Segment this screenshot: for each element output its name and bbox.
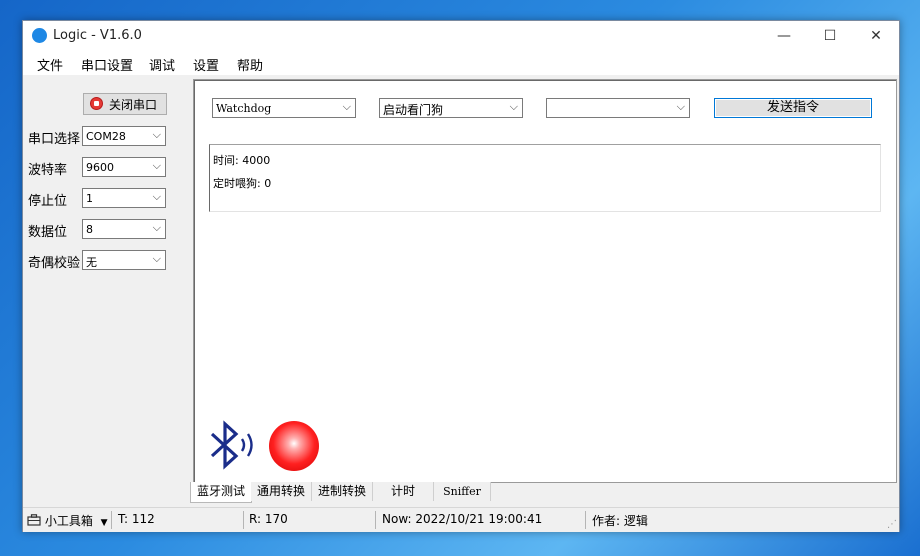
command-group-select[interactable]: Watchdog ⌵: [212, 98, 356, 118]
toolbox-icon: [27, 514, 41, 526]
status-divider: [111, 511, 112, 529]
send-command-button[interactable]: 发送指令: [714, 98, 872, 118]
toolbox-dropdown[interactable]: 小工具箱 ▼: [27, 512, 108, 529]
menu-file[interactable]: 文件: [37, 55, 63, 74]
close-button[interactable]: ✕: [853, 21, 899, 51]
connection-indicator: [269, 421, 319, 471]
chevron-down-icon: ⌵: [509, 100, 518, 113]
serial-config-panel: 关闭串口 串口选择 COM28 ⌵ 波特率 9600 ⌵ 停止位 1 ⌵ 数据位 8 ⌵…: [23, 77, 191, 507]
command-select[interactable]: 启动看门狗 ⌵: [379, 98, 523, 118]
status-bar: 小工具箱 ▼ T: 112 R: 170 Now: 2022/10/21 19:…: [23, 507, 899, 532]
minimize-button[interactable]: —: [761, 21, 807, 51]
tab-base-convert[interactable]: 进制转换: [312, 482, 373, 501]
menu-debug[interactable]: 调试: [149, 55, 175, 74]
data-bits-select[interactable]: 8 ⌵: [82, 219, 166, 239]
parity-label: 奇偶校验: [28, 256, 81, 271]
chevron-down-icon: ⌵: [152, 190, 161, 203]
stop-icon: [90, 97, 103, 110]
parameter-select[interactable]: ⌵: [546, 98, 690, 118]
app-window: Logic - V1.6.0 — ☐ ✕ 文件 串口设置 调试 设置 帮助 关闭…: [22, 20, 900, 532]
author-label: 作者: 逻辑: [592, 514, 648, 528]
chevron-down-icon: ⌵: [152, 252, 161, 265]
stop-bits-label: 停止位: [28, 194, 68, 209]
chevron-down-icon: ⌵: [152, 128, 161, 141]
bluetooth-test-panel: Watchdog ⌵ 启动看门狗 ⌵ ⌵ 发送指令 时间: 4000 定时喂狗: 0: [193, 79, 897, 483]
parity-select[interactable]: 无 ⌵: [82, 250, 166, 270]
tab-timer[interactable]: 计时: [373, 482, 434, 501]
current-time: Now: 2022/10/21 19:00:41: [382, 512, 543, 526]
maximize-button[interactable]: ☐: [807, 21, 853, 51]
status-divider: [243, 511, 244, 529]
menu-settings[interactable]: 设置: [193, 55, 219, 74]
output-line-time: 时间: 4000: [213, 154, 271, 167]
status-divider: [585, 511, 586, 529]
baud-rate-select[interactable]: 9600 ⌵: [82, 157, 166, 177]
window-title: Logic - V1.6.0: [53, 28, 142, 43]
stop-bits-select[interactable]: 1 ⌵: [82, 188, 166, 208]
tab-sniffer[interactable]: Sniffer: [434, 482, 491, 501]
caret-down-icon: ▼: [100, 518, 108, 528]
chevron-down-icon: ⌵: [152, 159, 161, 172]
tab-general-convert[interactable]: 通用转换: [251, 482, 312, 501]
resize-grip-icon[interactable]: ⋰: [887, 519, 897, 530]
chevron-down-icon: ⌵: [152, 221, 161, 234]
title-bar[interactable]: Logic - V1.6.0 — ☐ ✕: [23, 21, 899, 51]
menu-help[interactable]: 帮助: [237, 55, 263, 74]
output-line-feed-dog: 定时喂狗: 0: [213, 177, 272, 190]
baud-rate-label: 波特率: [28, 163, 68, 178]
close-port-button[interactable]: 关闭串口: [83, 93, 167, 115]
bluetooth-icon: [210, 420, 253, 470]
status-divider: [375, 511, 376, 529]
tx-count: T: 112: [118, 512, 155, 526]
port-select[interactable]: COM28 ⌵: [82, 126, 166, 146]
tab-bluetooth-test[interactable]: 蓝牙测试: [190, 482, 252, 503]
data-bits-label: 数据位: [28, 225, 68, 240]
output-textbox[interactable]: 时间: 4000 定时喂狗: 0: [209, 144, 881, 212]
menu-bar: 文件 串口设置 调试 设置 帮助: [23, 51, 899, 75]
chevron-down-icon: ⌵: [342, 100, 351, 113]
chevron-down-icon: ⌵: [676, 100, 685, 113]
port-select-label: 串口选择: [28, 132, 81, 147]
rx-count: R: 170: [249, 512, 288, 526]
app-logo-icon: [32, 28, 47, 43]
menu-serial-settings[interactable]: 串口设置: [81, 55, 133, 74]
